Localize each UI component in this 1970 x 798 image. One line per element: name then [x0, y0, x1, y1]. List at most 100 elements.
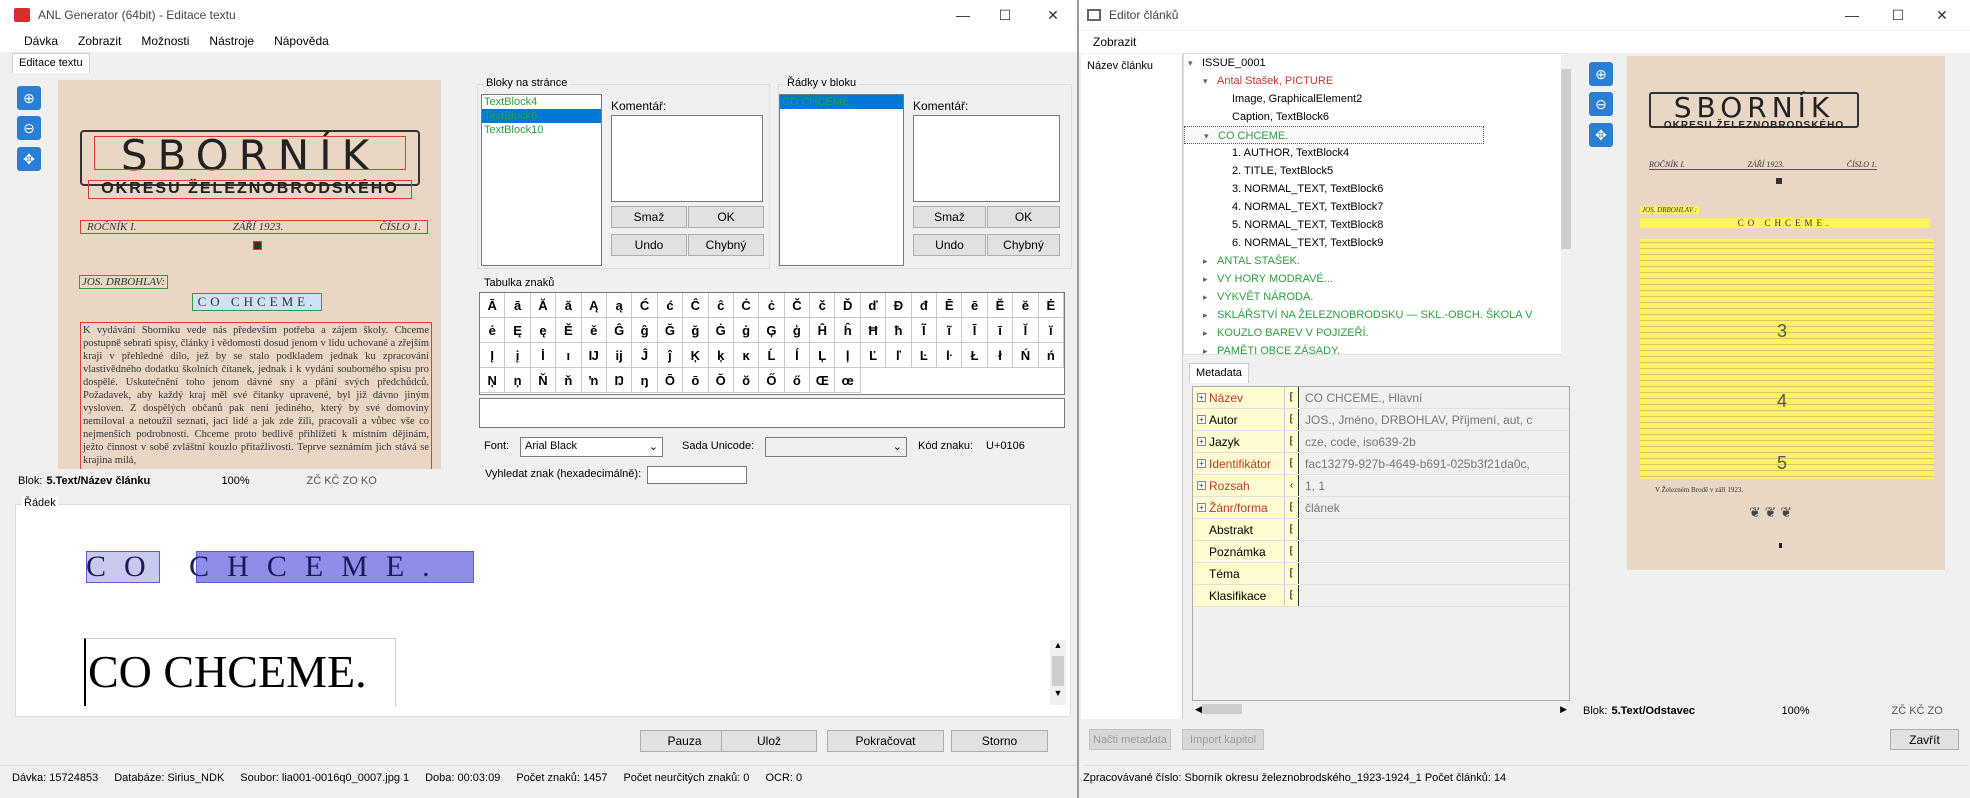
close-icon[interactable]: ✕ [1919, 0, 1965, 30]
blocks-ok-button[interactable]: OK [688, 206, 764, 228]
char-cell[interactable]: Ĵ [632, 343, 658, 368]
move-icon[interactable]: ✥ [1589, 123, 1613, 147]
char-cell[interactable]: Ī [962, 318, 988, 343]
char-cell[interactable]: ď [860, 293, 887, 318]
char-cell[interactable]: Ĳ [581, 343, 607, 368]
radek-text-input[interactable]: CO CHCEME. [84, 638, 396, 706]
expand-plus-icon[interactable]: + [1197, 437, 1206, 446]
blocks-chybny-button[interactable]: Chybný [688, 234, 764, 256]
maximize-icon[interactable]: ☐ [982, 0, 1028, 30]
metadata-value[interactable]: 1, 1 [1299, 475, 1569, 496]
char-cell[interactable]: ķ [708, 343, 734, 368]
char-cell[interactable]: Ĩ [911, 318, 938, 343]
blocks-smaz-button[interactable]: Smaž [611, 206, 687, 228]
char-cell[interactable]: ā [505, 293, 531, 318]
char-cell[interactable]: į [505, 343, 531, 368]
blocks-komentar-textarea[interactable] [611, 115, 763, 202]
char-cell[interactable]: ę [530, 318, 557, 343]
scroll-up-icon[interactable]: ▲ [1050, 640, 1066, 654]
char-cell[interactable]: Ő [759, 368, 785, 393]
metadata-edit-icon[interactable]: ⁅ [1285, 519, 1299, 540]
tree-node[interactable]: 5. NORMAL_TEXT, TextBlock8 [1184, 216, 1567, 234]
char-cell[interactable]: ĥ [835, 318, 861, 343]
char-cell[interactable]: Ĥ [810, 318, 836, 343]
tree-node[interactable]: Image, GraphicalElement2 [1184, 90, 1567, 108]
metadata-value[interactable]: CO CHCEME., Hlavní [1299, 387, 1569, 408]
metadata-edit-icon[interactable]: ⁅ [1285, 541, 1299, 562]
char-cell[interactable]: ĳ [606, 343, 633, 368]
storno-button[interactable]: Storno [951, 730, 1048, 752]
char-cell[interactable]: ĝ [632, 318, 658, 343]
metadata-row[interactable]: Abstrakt ⁅ [1193, 519, 1569, 541]
tree-node[interactable]: ▸ KOUZLO BAREV V POJIZEŘÍ. [1184, 324, 1567, 342]
char-cell[interactable]: Ġ [708, 318, 734, 343]
char-cell[interactable]: ő [784, 368, 811, 393]
char-cell[interactable]: Ł [962, 343, 988, 368]
tab-editace-textu[interactable]: Editace textu [12, 53, 90, 73]
tree-node[interactable]: 1. AUTHOR, TextBlock4 [1184, 144, 1567, 162]
char-cell[interactable]: ė [480, 318, 506, 343]
char-cell[interactable]: ġ [733, 318, 760, 343]
char-cell[interactable]: Ľ [860, 343, 887, 368]
char-cell[interactable]: ń [1038, 343, 1064, 368]
char-input[interactable] [479, 398, 1065, 428]
minimize-icon[interactable]: — [1829, 0, 1875, 30]
expand-down-icon[interactable]: ▾ [1204, 127, 1218, 145]
metadata-value[interactable]: JOS., Jméno, DRBOHLAV, Příjmení, aut, c [1299, 409, 1569, 430]
char-cell[interactable]: ň [556, 368, 582, 393]
char-cell[interactable]: Ā [480, 293, 506, 318]
menu-nastroje[interactable]: Nástroje [199, 34, 264, 48]
tree-node[interactable]: 4. NORMAL_TEXT, TextBlock7 [1184, 198, 1567, 216]
nacti-metadata-button[interactable]: Načti metadata [1089, 729, 1171, 750]
tree-node[interactable]: ▾ Antal Stašek, PICTURE [1184, 72, 1567, 90]
expand-plus-icon[interactable]: + [1197, 459, 1206, 468]
import-kapitol-button[interactable]: Import kapitol [1182, 729, 1264, 750]
tree-node[interactable]: ▸ ANTAL STAŠEK. [1184, 252, 1567, 270]
char-cell[interactable]: ļ [835, 343, 861, 368]
char-cell[interactable]: İ [530, 343, 557, 368]
metadata-row[interactable]: + Název ⁅ CO CHCEME., Hlavní [1193, 387, 1569, 409]
char-table[interactable]: ĀāĂăĄąĆćĈĉĊċČčĎďĐđĒēĔĕĖėĘęĚěĜĝĞğĠġĢģĤĥĦħ… [479, 292, 1065, 395]
lines-komentar-textarea[interactable] [913, 115, 1060, 202]
font-select[interactable]: Arial Black ⌄ [520, 437, 663, 457]
char-cell[interactable]: ĩ [937, 318, 963, 343]
char-cell[interactable]: đ [911, 293, 938, 318]
metadata-row[interactable]: + Jazyk ⁅ cze, code, iso639-2b [1193, 431, 1569, 453]
char-cell[interactable]: Ć [632, 293, 658, 318]
char-cell[interactable]: Ĭ [1013, 318, 1039, 343]
radek-scrollbar[interactable]: ▲ ▼ [1050, 640, 1066, 705]
char-cell[interactable]: ě [581, 318, 607, 343]
char-cell[interactable]: ľ [886, 343, 912, 368]
expand-right-icon[interactable]: ▸ [1203, 324, 1217, 342]
char-cell[interactable]: Ņ [480, 368, 506, 393]
char-cell[interactable]: Ŏ [708, 368, 734, 393]
char-cell[interactable]: Ķ [683, 343, 709, 368]
char-cell[interactable]: ĕ [1013, 293, 1039, 318]
zavrit-button[interactable]: Zavřít [1890, 729, 1959, 750]
blocks-listbox[interactable]: TextBlock4 TextBlock6 TextBlock10 [481, 94, 602, 266]
menu-napoveda[interactable]: Nápověda [264, 34, 339, 48]
metadata-edit-icon[interactable]: ‹ [1285, 475, 1299, 496]
zoom-in-icon[interactable]: ⊕ [17, 86, 41, 110]
char-cell[interactable]: ŋ [632, 368, 658, 393]
lines-chybny-button[interactable]: Chybný [987, 234, 1060, 256]
metadata-edit-icon[interactable]: ⁅ [1285, 387, 1299, 408]
tree-scrollbar[interactable] [1561, 55, 1571, 355]
tree-node[interactable]: 6. NORMAL_TEXT, TextBlock9 [1184, 234, 1567, 252]
expand-right-icon[interactable]: ▸ [1203, 288, 1217, 306]
lines-ok-button[interactable]: OK [987, 206, 1060, 228]
char-cell[interactable]: ı [556, 343, 582, 368]
expand-plus-icon[interactable]: + [1197, 503, 1206, 512]
metadata-row[interactable]: + Žánr/forma ⁅ článek [1193, 497, 1569, 519]
char-cell[interactable]: ī [987, 318, 1014, 343]
char-cell[interactable]: ă [556, 293, 582, 318]
scroll-down-icon[interactable]: ▼ [1050, 688, 1066, 702]
char-cell[interactable]: ĉ [708, 293, 734, 318]
menu-zobrazit[interactable]: Zobrazit [68, 34, 131, 48]
move-icon[interactable]: ✥ [17, 147, 41, 171]
tree-node[interactable]: Caption, TextBlock6 [1184, 108, 1567, 126]
char-cell[interactable]: Ċ [733, 293, 760, 318]
close-icon[interactable]: ✕ [1030, 0, 1076, 30]
metadata-row[interactable]: + Autor ⁅ JOS., Jméno, DRBOHLAV, Příjmení, … [1193, 409, 1569, 431]
expand-right-icon[interactable]: ▸ [1203, 306, 1217, 324]
